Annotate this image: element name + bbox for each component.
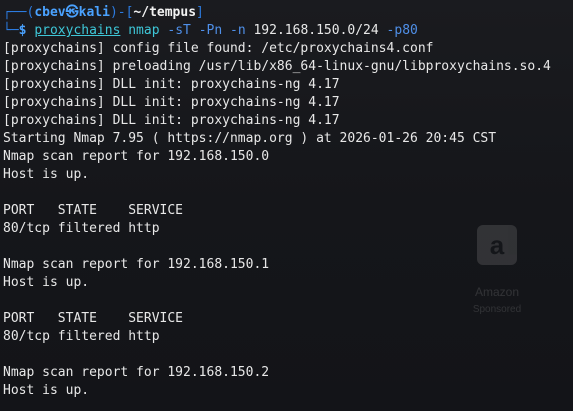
output-line: Nmap scan report for 192.168.150.1 [3,257,270,272]
command-option: -p80 [386,23,418,38]
output-line: PORT STATE SERVICE [3,311,184,326]
output-line: Host is up. [3,275,90,290]
output-line: PORT STATE SERVICE [3,203,184,218]
output-line: [proxychains] DLL init: proxychains-ng 4… [3,77,340,92]
prompt-dollar: $ [18,23,27,38]
output-line: Nmap scan report for 192.168.150.2 [3,365,270,380]
prompt-frame: ] [196,5,204,20]
terminal-window[interactable]: ┌──(cbev㉿kali)-[~/tempus] └─$ proxychain… [0,0,573,411]
output-line: Nmap scan report for 192.168.150.0 [3,149,270,164]
output-line: 80/tcp filtered http [3,221,160,236]
output-line: [proxychains] DLL init: proxychains-ng 4… [3,113,340,128]
output-line: [proxychains] DLL init: proxychains-ng 4… [3,95,340,110]
output-line: 80/tcp filtered http [3,329,160,344]
prompt-frame: └─ [3,23,19,38]
command-option: -n [230,23,246,38]
command-target: 192.168.150.0/24 [253,23,379,38]
prompt-frame: )-[ [109,5,134,20]
output-line: Host is up. [3,383,90,398]
command-option: -sT [167,23,191,38]
output-line: Starting Nmap 7.95 ( https://nmap.org ) … [3,131,497,146]
output-line: Host is up. [3,167,90,182]
command-name: nmap [128,23,160,38]
command-program: proxychains [34,23,121,38]
command-option: -Pn [198,23,223,38]
output-line: [proxychains] preloading /usr/lib/x86_64… [3,59,551,74]
prompt-line-top: ┌──(cbev㉿kali)-[~/tempus] [3,4,573,22]
prompt-user-host: cbev㉿kali [34,5,110,20]
prompt-frame: ┌──( [3,5,35,20]
output-line: [proxychains] config file found: /etc/pr… [3,41,434,56]
prompt-cwd: ~/tempus [133,5,197,20]
command-line[interactable]: └─$ proxychains nmap -sT -Pn -n 192.168.… [3,22,573,40]
